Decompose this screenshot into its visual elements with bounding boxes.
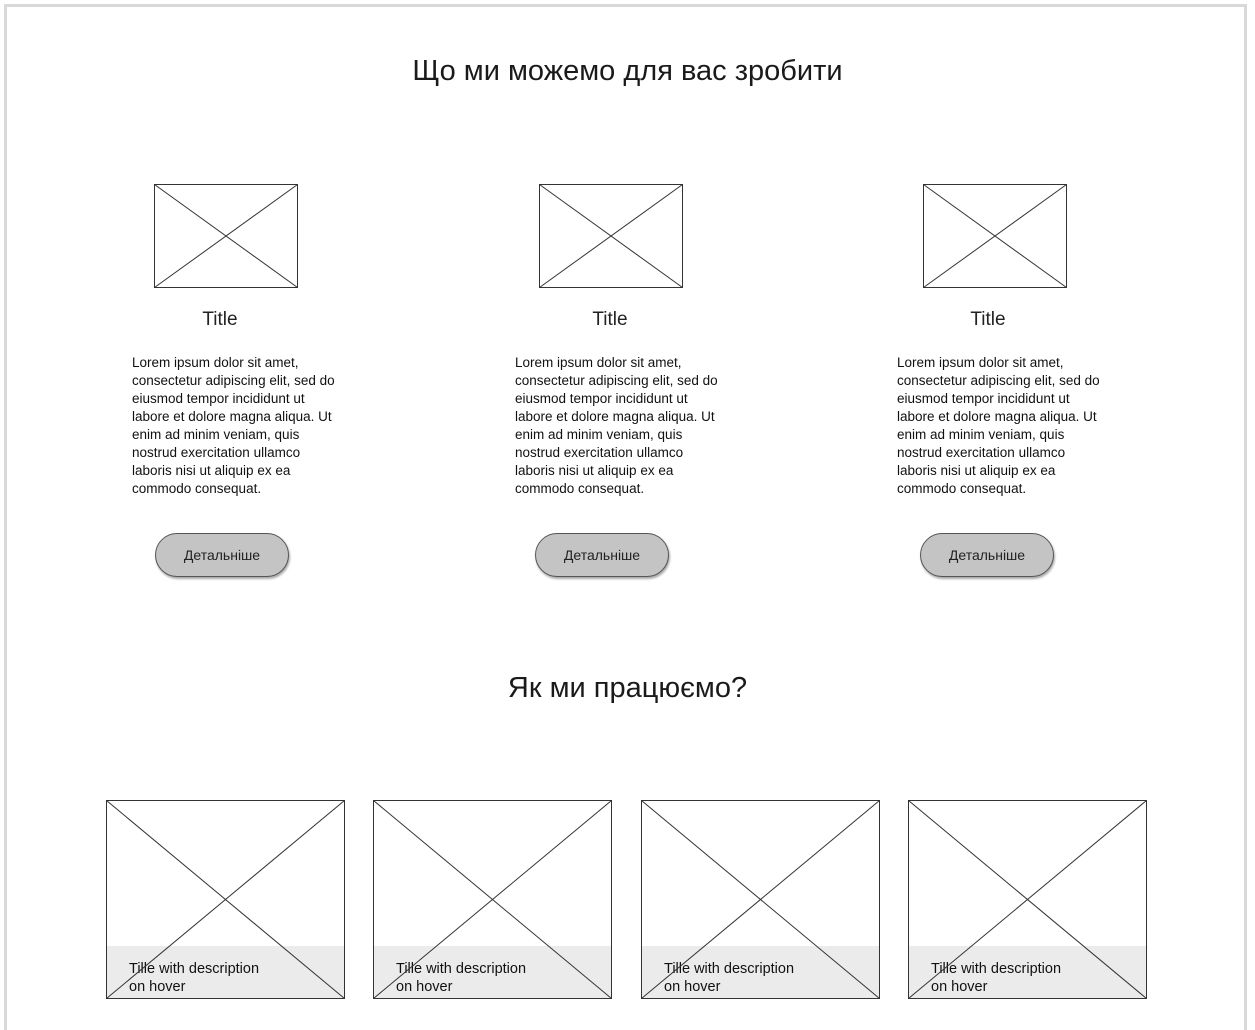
service-description: Lorem ipsum dolor sit amet, consectetur … bbox=[132, 355, 335, 496]
service-description: Lorem ipsum dolor sit amet, consectetur … bbox=[515, 355, 718, 496]
step-caption-overlay: Tille with description on hover bbox=[642, 946, 879, 998]
service-title: Title bbox=[970, 309, 1006, 330]
step-caption: Tille with description on hover bbox=[664, 960, 864, 996]
step-caption-overlay: Tille with description on hover bbox=[909, 946, 1146, 998]
services-heading: Що ми можемо для вас зробити bbox=[412, 55, 843, 87]
process-step-card[interactable]: Tille with description on hover bbox=[908, 800, 1147, 999]
image-placeholder-icon bbox=[539, 184, 683, 288]
process-step-card[interactable]: Tille with description on hover bbox=[373, 800, 612, 999]
service-description: Lorem ipsum dolor sit amet, consectetur … bbox=[897, 355, 1100, 496]
details-button[interactable]: Детальніше bbox=[155, 533, 289, 577]
step-caption-title: Tille with description bbox=[396, 961, 527, 977]
image-placeholder-icon bbox=[154, 184, 298, 288]
step-caption: Tille with description on hover bbox=[129, 960, 329, 996]
service-title: Title bbox=[592, 309, 628, 330]
process-step-card[interactable]: Tille with description on hover bbox=[641, 800, 880, 999]
step-caption: Tille with description on hover bbox=[931, 960, 1131, 996]
step-caption-subtitle: on hover bbox=[396, 979, 453, 995]
step-caption-title: Tille with description bbox=[129, 961, 260, 977]
step-caption-overlay: Tille with description on hover bbox=[374, 946, 611, 998]
image-placeholder-icon bbox=[923, 184, 1067, 288]
process-heading: Як ми працюємо? bbox=[507, 672, 748, 704]
step-caption-subtitle: on hover bbox=[664, 979, 721, 995]
step-caption-overlay: Tille with description on hover bbox=[107, 946, 344, 998]
step-caption-title: Tille with description bbox=[664, 961, 795, 977]
process-step-card[interactable]: Tille with description on hover bbox=[106, 800, 345, 999]
step-caption-subtitle: on hover bbox=[931, 979, 988, 995]
details-button[interactable]: Детальніше bbox=[535, 533, 669, 577]
step-caption: Tille with description on hover bbox=[396, 960, 596, 996]
service-title: Title bbox=[202, 309, 238, 330]
details-button[interactable]: Детальніше bbox=[920, 533, 1054, 577]
step-caption-title: Tille with description bbox=[931, 961, 1062, 977]
step-caption-subtitle: on hover bbox=[129, 979, 186, 995]
